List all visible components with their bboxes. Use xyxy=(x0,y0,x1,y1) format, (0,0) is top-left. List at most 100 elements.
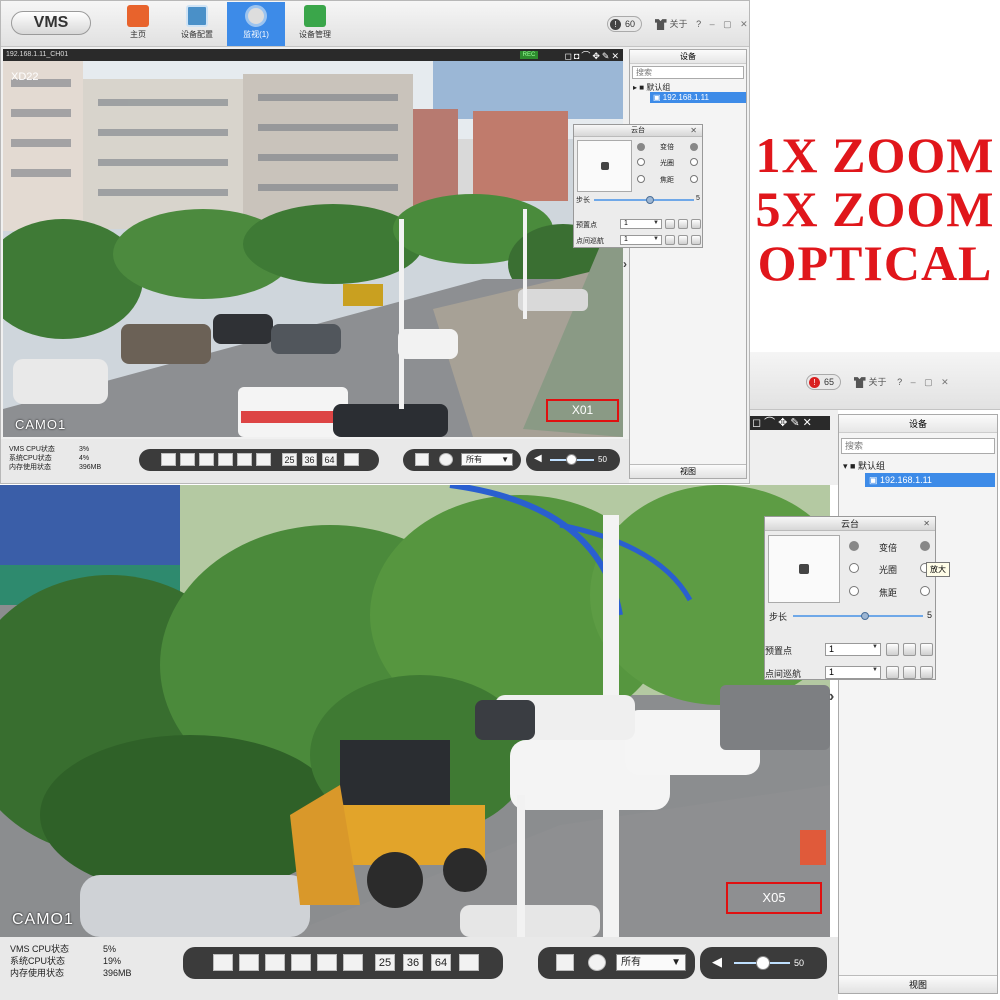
ptz-close-icon[interactable]: ✕ xyxy=(690,125,697,137)
preset-goto-button[interactable] xyxy=(665,219,675,229)
top-toolbar-2: ! 65 关于 ? – ▢ ✕ xyxy=(750,352,1000,410)
ptz-preset-select-2[interactable]: 1 ▼ xyxy=(825,643,881,656)
preset-set-button[interactable] xyxy=(903,643,916,656)
alarm-badge[interactable]: ! 60 xyxy=(607,16,643,32)
save-icon[interactable] xyxy=(556,954,574,971)
cruise-config-button[interactable] xyxy=(691,235,701,245)
layout-8-button[interactable] xyxy=(291,954,311,971)
focus-far-icon[interactable] xyxy=(690,175,698,183)
cruise-stop-button[interactable] xyxy=(903,666,916,679)
record-toolbar-2: 所有 ▼ xyxy=(538,947,695,979)
nav-device-manage[interactable]: 设备管理 xyxy=(286,2,344,46)
focus-near-icon[interactable] xyxy=(637,175,645,183)
panel-collapse-icon[interactable]: › xyxy=(623,257,627,271)
sys-cpu-value-2: 19% xyxy=(103,956,122,966)
ptz-cruise-select[interactable]: 1 ▼ xyxy=(620,235,662,245)
app-logo: VMS xyxy=(11,11,91,35)
cruise-start-button[interactable] xyxy=(665,235,675,245)
nav-device-config[interactable]: 设备配置 xyxy=(168,2,226,46)
preset-set-button[interactable] xyxy=(678,219,688,229)
zoom-in-icon[interactable] xyxy=(690,143,698,151)
ptz-direction-pad[interactable] xyxy=(577,140,632,192)
mem-label-2: 内存使用状态 xyxy=(10,968,65,978)
alarm-count-2: 65 xyxy=(824,377,835,387)
layout-4-button[interactable] xyxy=(239,954,259,971)
preset-delete-button[interactable] xyxy=(691,219,701,229)
speaker-icon[interactable]: ◀ xyxy=(712,954,722,970)
group-icon: ■ xyxy=(850,461,856,471)
ptz-preset-select[interactable]: 1 ▼ xyxy=(620,219,662,229)
help-button[interactable]: ? xyxy=(696,19,701,29)
ptz-title-2: 云台 ✕ xyxy=(765,517,935,531)
layout-9-button[interactable] xyxy=(317,954,337,971)
help-button-2[interactable]: ? xyxy=(897,377,902,387)
minimize-icon[interactable]: – xyxy=(911,377,916,387)
iris-open-icon[interactable] xyxy=(690,158,698,166)
zoom-out-icon[interactable] xyxy=(637,143,645,151)
stream-select-2[interactable]: 所有 ▼ xyxy=(616,954,686,971)
refresh-icon[interactable] xyxy=(588,954,606,971)
layout-36-button[interactable]: 36 xyxy=(403,954,423,971)
iris-close-icon[interactable] xyxy=(637,158,645,166)
device-search-input-2[interactable]: 搜索 xyxy=(841,438,995,454)
layout-6-button[interactable] xyxy=(265,954,285,971)
zoom-out-icon[interactable] xyxy=(849,541,859,551)
ptz-cruise-select-2[interactable]: 1 ▼ xyxy=(825,666,881,679)
maximize-icon[interactable]: ▢ xyxy=(723,19,732,30)
panel-collapse-icon-2[interactable]: › xyxy=(829,688,834,706)
cruise-stop-button[interactable] xyxy=(678,235,688,245)
zoom-in-icon[interactable] xyxy=(920,541,930,551)
about-link-2[interactable]: 关于 xyxy=(869,377,887,387)
ptz-step-knob[interactable] xyxy=(646,196,654,204)
tree-device-label-2: 192.168.1.11 xyxy=(880,475,932,485)
cruise-config-button[interactable] xyxy=(920,666,933,679)
ptz-stop-icon[interactable] xyxy=(799,564,809,574)
ptz-step-slider-2[interactable] xyxy=(793,612,923,620)
top-right-controls: ! 60 关于 ? – ▢ ✕ xyxy=(607,16,748,32)
ptz-preset-label-2: 预置点 xyxy=(765,646,793,656)
video-view-5x[interactable]: CAMO1 X05 xyxy=(0,485,830,937)
video-title-bar: 192.168.1.11_CH01 REC ◻◘⌒✥✎✕ xyxy=(3,49,623,61)
skin-icon[interactable] xyxy=(654,19,667,31)
nav-preview[interactable]: 监视(1) xyxy=(227,2,285,46)
tree-device-item-2[interactable]: ▣ 192.168.1.11 xyxy=(865,473,995,487)
layout-13-button[interactable] xyxy=(343,954,363,971)
focus-near-icon[interactable] xyxy=(849,586,859,596)
preset-goto-button[interactable] xyxy=(886,643,899,656)
layout-1-button[interactable] xyxy=(213,954,233,971)
ptz-stop-icon[interactable] xyxy=(601,162,609,170)
tree-group-default-2[interactable]: ▾ ■ 默认组 xyxy=(843,459,885,472)
skin-icon[interactable] xyxy=(853,377,866,389)
fullscreen-icon[interactable] xyxy=(459,954,479,971)
ptz-direction-pad-2[interactable] xyxy=(768,535,840,603)
nav-home[interactable]: 主页 xyxy=(109,2,167,46)
close-icon[interactable]: ✕ xyxy=(941,377,949,388)
focus-far-icon[interactable] xyxy=(920,586,930,596)
ptz-step-knob-2[interactable] xyxy=(861,612,869,620)
iris-close-icon[interactable] xyxy=(849,563,859,573)
preset-delete-button[interactable] xyxy=(920,643,933,656)
cruise-start-button[interactable] xyxy=(886,666,899,679)
layout-25-button[interactable]: 25 xyxy=(375,954,395,971)
device-search-input[interactable]: 搜索 xyxy=(632,66,744,79)
ptz-cruise-value-2: 1 xyxy=(829,667,835,677)
video-tool-icons[interactable]: ◻◘⌒✥✎✕ xyxy=(564,50,621,62)
ptz-step-slider[interactable] xyxy=(594,196,694,204)
street-scene-zoomed xyxy=(0,485,830,937)
ptz-cruise-label-2: 点间巡航 xyxy=(765,669,802,679)
alarm-badge-2[interactable]: ! 65 xyxy=(806,374,842,390)
view-tab-2[interactable]: 视图 xyxy=(839,975,997,993)
minimize-icon[interactable]: – xyxy=(710,19,715,29)
ptz-close-icon[interactable]: ✕ xyxy=(923,517,930,531)
layout-64-button[interactable]: 64 xyxy=(431,954,451,971)
video-tool-icons-2[interactable]: ◻⌒✥✎✕ xyxy=(750,416,830,430)
alarm-icon: ! xyxy=(610,19,621,31)
tree-device-item[interactable]: ▣ 192.168.1.11 xyxy=(650,92,746,103)
maximize-icon[interactable]: ▢ xyxy=(924,377,933,388)
volume-knob-2[interactable] xyxy=(756,956,770,970)
close-icon[interactable]: ✕ xyxy=(740,19,748,30)
about-link[interactable]: 关于 xyxy=(670,19,688,29)
chevron-down-icon: ▼ xyxy=(872,667,878,673)
system-stats-2: VMS CPU状态 5% 系统CPU状态 19% 内存使用状态 396MB xyxy=(10,943,132,979)
device-manage-icon xyxy=(304,5,326,27)
